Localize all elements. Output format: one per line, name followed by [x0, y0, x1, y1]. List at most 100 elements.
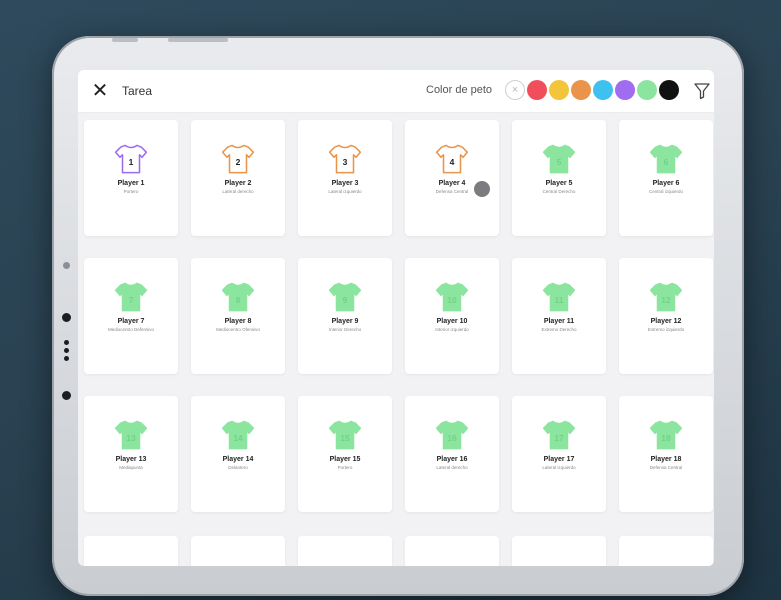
player-card[interactable]: 1 Player 1 Portero: [84, 120, 178, 236]
player-card[interactable]: 8 Player 8 Mediocentro Ofensivo: [191, 258, 285, 374]
shirt-number: 16: [447, 433, 457, 443]
player-grid: 1 Player 1 Portero 2 Player 2 Lateral derecho…: [84, 120, 714, 512]
player-position: Portero: [123, 189, 139, 194]
player-card[interactable]: 7 Player 7 Mediocentro Defensivo: [84, 258, 178, 374]
player-card[interactable]: 2 Player 2 Lateral derecho: [191, 120, 285, 236]
player-name: Player 9: [331, 318, 359, 325]
player-position: Extremo Derecho: [541, 327, 577, 332]
shirt-icon: 10: [435, 282, 469, 312]
shirt-number: 11: [555, 295, 564, 305]
player-card[interactable]: 12 Player 12 Extremo izquierdo: [619, 258, 713, 374]
shirt-number: 14: [233, 433, 243, 443]
shirt-number: 4: [450, 157, 455, 167]
player-name: Player 10: [436, 318, 468, 325]
shirt-icon: 12: [649, 282, 683, 312]
swatch-blue[interactable]: [593, 80, 613, 100]
player-name: Player 3: [331, 180, 359, 187]
filter-icon[interactable]: [694, 82, 710, 100]
player-name: Player 15: [329, 456, 361, 463]
shirt-icon: 13: [114, 420, 148, 450]
player-card[interactable]: 11 Player 11 Extremo Derecho: [512, 258, 606, 374]
shirt-icon: 5: [542, 144, 576, 174]
player-card[interactable]: [84, 536, 178, 566]
close-icon[interactable]: ✕: [90, 81, 110, 101]
tablet-button: [168, 38, 228, 42]
player-name: Player 16: [436, 456, 468, 463]
swatch-green[interactable]: [637, 80, 657, 100]
pencil-dot: [62, 391, 71, 400]
player-card[interactable]: 9 Player 9 Interior Derecho: [298, 258, 392, 374]
player-position: Interior izquierdo: [435, 327, 469, 332]
player-name: Player 4: [438, 180, 466, 187]
shirt-icon: 7: [114, 282, 148, 312]
pencil-dot: [64, 348, 69, 353]
shirt-number: 9: [343, 295, 348, 305]
player-card[interactable]: 17 Player 17 Lateral izquierdo: [512, 396, 606, 512]
swatch-yellow[interactable]: [549, 80, 569, 100]
app-screen: ✕ Tarea Color de peto × 1 Player 1 Portero…: [78, 70, 714, 566]
shirt-icon: 14: [221, 420, 255, 450]
player-name: Player 18: [650, 456, 682, 463]
player-position: Portero: [337, 465, 353, 470]
shirt-number: 18: [661, 433, 671, 443]
player-name: Player 12: [650, 318, 682, 325]
shirt-number: 8: [236, 295, 241, 305]
shirt-icon: 8: [221, 282, 255, 312]
touch-indicator: [474, 181, 490, 197]
player-position: Lateral izquierdo: [542, 465, 576, 470]
player-card[interactable]: [405, 536, 499, 566]
shirt-number: 6: [664, 157, 669, 167]
player-card[interactable]: 5 Player 5 Central Derecho: [512, 120, 606, 236]
shirt-number: 17: [554, 433, 564, 443]
swatch-purple[interactable]: [615, 80, 635, 100]
player-card[interactable]: 13 Player 13 Mediapunta: [84, 396, 178, 512]
player-card[interactable]: 3 Player 3 Lateral izquierdo: [298, 120, 392, 236]
shirt-number: 15: [340, 433, 350, 443]
player-name: Player 14: [222, 456, 254, 463]
player-name: Player 7: [117, 318, 145, 325]
player-card[interactable]: [298, 536, 392, 566]
player-card[interactable]: 18 Player 18 Defensa Central: [619, 396, 713, 512]
player-name: Player 1: [117, 180, 145, 187]
player-card[interactable]: [619, 536, 713, 566]
player-card[interactable]: 14 Player 14 Delantero: [191, 396, 285, 512]
swatch-none[interactable]: ×: [505, 80, 525, 100]
player-name: Player 11: [543, 318, 575, 325]
swatch-orange[interactable]: [571, 80, 591, 100]
pencil-dot: [64, 356, 69, 361]
player-position: Central Derecho: [542, 189, 576, 194]
player-position: Delantero: [228, 465, 248, 470]
player-card[interactable]: 16 Player 16 Lateral derecho: [405, 396, 499, 512]
shirt-icon: 4: [435, 144, 469, 174]
shirt-icon: 15: [328, 420, 362, 450]
player-name: Player 13: [115, 456, 147, 463]
shirt-icon: 3: [328, 144, 362, 174]
shirt-number: 7: [129, 295, 134, 305]
player-name: Player 2: [224, 180, 252, 187]
player-name: Player 17: [543, 456, 575, 463]
shirt-icon: 11: [542, 282, 576, 312]
player-position: Central izquierdo: [648, 189, 684, 194]
player-card[interactable]: 6 Player 6 Central izquierdo: [619, 120, 713, 236]
player-card[interactable]: 4 Player 4 Defensa Central: [405, 120, 499, 236]
swatch-black[interactable]: [659, 80, 679, 100]
player-card[interactable]: 10 Player 10 Interior izquierdo: [405, 258, 499, 374]
top-bar: ✕ Tarea Color de peto ×: [78, 70, 714, 113]
pencil-dot: [63, 262, 70, 269]
player-card[interactable]: 15 Player 15 Portero: [298, 396, 392, 512]
player-position: Defensa Central: [649, 465, 683, 470]
player-position: Mediocentro Defensivo: [107, 327, 155, 332]
player-position: Lateral derecho: [436, 465, 468, 470]
shirt-number: 3: [343, 157, 348, 167]
player-card[interactable]: [512, 536, 606, 566]
player-card[interactable]: [191, 536, 285, 566]
swatch-red[interactable]: [527, 80, 547, 100]
player-position: Mediapunta: [119, 465, 143, 470]
pencil-dot: [64, 340, 69, 345]
shirt-number: 5: [557, 157, 562, 167]
player-grid-next-row: [84, 536, 714, 566]
player-name: Player 8: [224, 318, 252, 325]
shirt-number: 13: [126, 433, 136, 443]
shirt-icon: 6: [649, 144, 683, 174]
player-position: Mediocentro Ofensivo: [216, 327, 260, 332]
